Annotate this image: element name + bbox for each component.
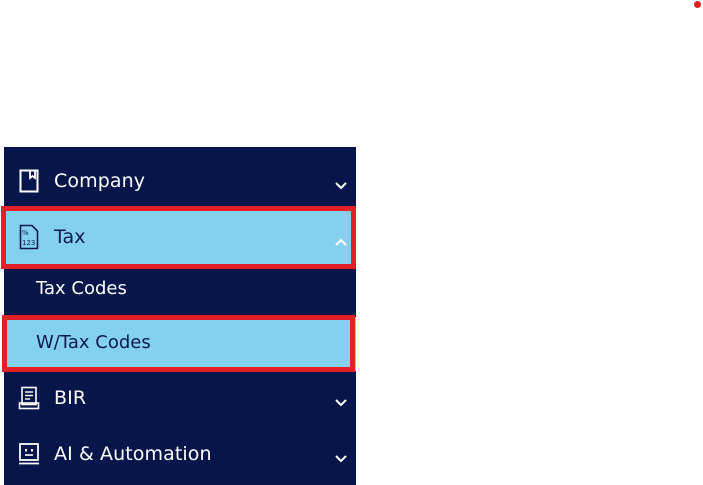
chevron-down-icon[interactable]	[334, 449, 348, 463]
notification-dot	[694, 1, 701, 8]
robot-face-icon	[18, 442, 40, 466]
sidebar-item-label: BIR	[54, 387, 87, 409]
sidebar-item-label: AI & Automation	[54, 443, 212, 465]
sidebar-item-label: Tax	[54, 225, 86, 248]
sidebar-item-tax[interactable]: % 123 Tax	[4, 209, 356, 264]
sidebar-subitem-tax-codes[interactable]: Tax Codes	[4, 265, 356, 313]
bookmark-icon	[18, 169, 40, 193]
tax-document-icon: % 123	[18, 224, 40, 249]
sidebar-nav: Company % 123 Tax Tax Codes W/Tax Codes	[4, 147, 356, 485]
svg-text:123: 123	[22, 239, 35, 247]
sidebar-subitem-wtax-codes[interactable]: W/Tax Codes	[4, 317, 356, 371]
sidebar-item-bir[interactable]: BIR	[4, 373, 356, 423]
sidebar-subitem-label: W/Tax Codes	[36, 332, 151, 353]
svg-text:%: %	[22, 229, 29, 237]
chevron-down-icon[interactable]	[334, 176, 348, 190]
chevron-up-icon[interactable]	[334, 232, 348, 246]
sidebar-item-ai-automation[interactable]: AI & Automation	[4, 429, 356, 479]
sidebar-subitem-label: Tax Codes	[36, 278, 127, 299]
sidebar-item-label: Company	[54, 170, 146, 192]
sidebar-item-company[interactable]: Company	[4, 156, 356, 206]
bir-form-icon	[18, 386, 40, 410]
chevron-down-icon[interactable]	[334, 393, 348, 407]
